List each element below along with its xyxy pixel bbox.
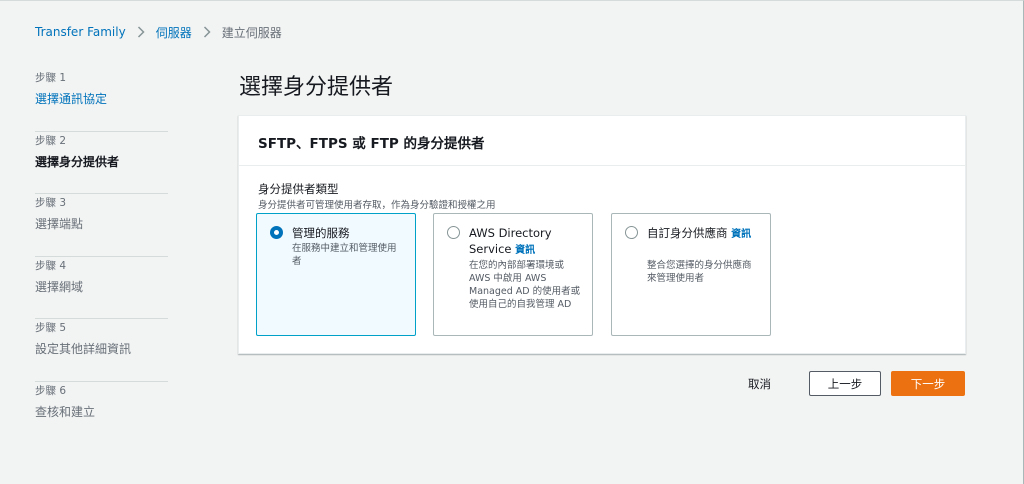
step-4: 步驟 4 選擇網域: [35, 257, 168, 319]
radio-unchecked-icon[interactable]: [625, 226, 638, 239]
wizard-steps: 步驟 1 選擇通訊協定 步驟 2 選擇身分提供者 步驟 3 選擇端點 步驟 4 …: [35, 69, 168, 444]
breadcrumb-transfer-family[interactable]: Transfer Family: [35, 25, 126, 39]
wizard-actions: 取消 上一步 下一步: [748, 371, 965, 396]
step-number: 步驟 4: [35, 259, 67, 272]
step-title-active: 選擇身分提供者: [35, 154, 120, 169]
info-link[interactable]: 資訊: [515, 245, 535, 256]
option-description: 整合您選擇的身分供應商來管理使用者: [647, 260, 752, 284]
option-title-text: AWS Directory Service: [469, 226, 552, 256]
breadcrumb-servers[interactable]: 伺服器: [156, 24, 192, 41]
step-number: 步驟 6: [35, 384, 67, 397]
step-title: 查核和建立: [35, 404, 96, 419]
option-description: 在您的內部部署環境或 AWS 中啟用 AWS Managed AD 的使用者或使…: [469, 260, 581, 310]
option-managed-service[interactable]: 管理的服務 在服務中建立和管理使用者: [256, 213, 416, 336]
option-description: 在服務中建立和管理使用者: [292, 243, 397, 267]
radio-unchecked-icon[interactable]: [447, 226, 460, 239]
page-title: 選擇身分提供者: [239, 75, 394, 100]
step-title: 選擇端點: [35, 217, 84, 231]
option-title: 自訂身分供應商 資訊: [647, 225, 762, 243]
step-number: 步驟 1: [35, 72, 67, 84]
step-title: 設定其他詳細資訊: [35, 342, 132, 356]
previous-button[interactable]: 上一步: [809, 371, 881, 396]
option-title: 管理的服務: [292, 225, 407, 241]
identity-provider-panel: SFTP、FTPS 或 FTP 的身分提供者 身分提供者類型 身分提供者可管理使…: [238, 115, 966, 354]
next-button[interactable]: 下一步: [891, 371, 965, 396]
step-6: 步驟 6 查核和建立: [35, 382, 168, 445]
panel-header: SFTP、FTPS 或 FTP 的身分提供者: [239, 116, 965, 166]
option-title-text: 管理的服務: [292, 226, 350, 240]
step-number: 步驟 3: [35, 197, 67, 209]
option-title: AWS Directory Service 資訊: [469, 225, 584, 259]
step-title-link[interactable]: 選擇通訊協定: [35, 90, 168, 107]
step-number: 步驟 2: [35, 134, 67, 147]
chevron-right-icon: [137, 26, 145, 38]
step-2: 步驟 2 選擇身分提供者: [35, 132, 168, 194]
cancel-button[interactable]: 取消: [748, 376, 771, 392]
step-1: 步驟 1 選擇通訊協定: [35, 69, 168, 132]
field-description: 身分提供者可管理使用者存取，作為身分驗證和授權之用: [258, 200, 496, 211]
field-label: 身分提供者類型: [258, 182, 339, 196]
breadcrumb-create-server: 建立伺服器: [221, 25, 282, 40]
option-aws-directory-service[interactable]: AWS Directory Service 資訊 在您的內部部署環境或 AWS …: [433, 213, 593, 336]
breadcrumb: Transfer Family 伺服器 建立伺服器: [35, 23, 282, 41]
step-3: 步驟 3 選擇端點: [35, 194, 168, 257]
step-number: 步驟 5: [35, 322, 67, 334]
step-5: 步驟 5 設定其他詳細資訊: [35, 319, 168, 382]
chevron-right-icon: [203, 26, 211, 38]
radio-checked-icon[interactable]: [270, 226, 283, 239]
option-title-text: 自訂身分供應商: [647, 226, 728, 240]
info-link[interactable]: 資訊: [731, 229, 751, 240]
step-title: 選擇網域: [35, 279, 84, 294]
option-custom-identity-provider[interactable]: 自訂身分供應商 資訊 整合您選擇的身分供應商來管理使用者: [611, 213, 771, 336]
